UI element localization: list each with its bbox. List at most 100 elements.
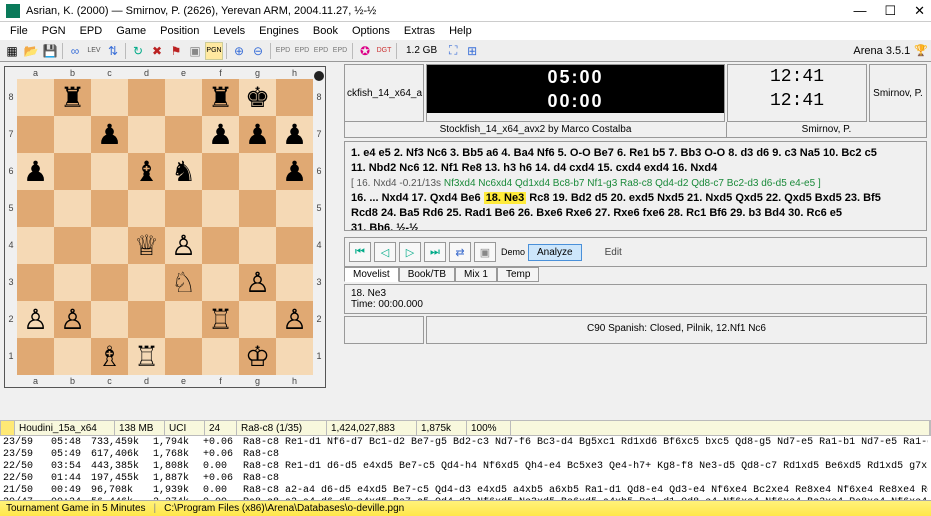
analysis-row[interactable]: 23/5905:49617,406k1,768k+0.06Ra8-c8 [3, 449, 928, 461]
square-d7[interactable] [128, 116, 165, 153]
toolbar-lev-icon[interactable]: LEV [85, 42, 103, 60]
square-d5[interactable] [128, 190, 165, 227]
menu-extras[interactable]: Extras [398, 24, 441, 38]
toolbar-new-icon[interactable]: ▦ [3, 42, 21, 60]
square-h5[interactable] [276, 190, 313, 227]
square-e8[interactable] [165, 79, 202, 116]
tab-movelist[interactable]: Movelist [344, 267, 399, 282]
square-e5[interactable] [165, 190, 202, 227]
square-b7[interactable] [54, 116, 91, 153]
toolbar-save-icon[interactable]: 💾 [41, 42, 59, 60]
square-h3[interactable] [276, 264, 313, 301]
square-c4[interactable] [91, 227, 128, 264]
menu-file[interactable]: File [4, 24, 34, 38]
square-d8[interactable] [128, 79, 165, 116]
square-b2[interactable]: ♙ [54, 301, 91, 338]
toolbar-expand-icon[interactable]: ⛶ [444, 42, 462, 60]
toolbar-zoom-in-icon[interactable]: ⊕ [230, 42, 248, 60]
square-g8[interactable]: ♚ [239, 79, 276, 116]
square-f6[interactable] [202, 153, 239, 190]
square-g4[interactable] [239, 227, 276, 264]
square-g5[interactable] [239, 190, 276, 227]
square-f4[interactable] [202, 227, 239, 264]
toolbar-brain-icon[interactable]: ✪ [356, 42, 374, 60]
square-a7[interactable] [17, 116, 54, 153]
square-d6[interactable]: ♝ [128, 153, 165, 190]
square-d3[interactable] [128, 264, 165, 301]
square-a6[interactable]: ♟ [17, 153, 54, 190]
square-f3[interactable] [202, 264, 239, 301]
toolbar-epd3-icon[interactable]: EPD [312, 42, 330, 60]
toolbar-demo-icon[interactable]: ▣ [186, 42, 204, 60]
minimize-button[interactable]: — [853, 3, 866, 19]
toolbar-flag-icon[interactable]: ⚑ [167, 42, 185, 60]
square-g2[interactable] [239, 301, 276, 338]
square-g6[interactable] [239, 153, 276, 190]
analysis-row[interactable]: 22/5003:54443,385k1,808k0.00Ra8-c8 Re1-d… [3, 461, 928, 473]
square-g1[interactable]: ♔ [239, 338, 276, 375]
square-c7[interactable]: ♟ [91, 116, 128, 153]
square-a1[interactable] [17, 338, 54, 375]
menu-levels[interactable]: Levels [207, 24, 251, 38]
toolbar-zoom-out-icon[interactable]: ⊖ [249, 42, 267, 60]
square-e3[interactable]: ♘ [165, 264, 202, 301]
demo-button[interactable]: ▣ [474, 242, 496, 262]
toolbar-stop-icon[interactable]: ✖ [148, 42, 166, 60]
toolbar-infinity-icon[interactable]: ∞ [66, 42, 84, 60]
square-e7[interactable] [165, 116, 202, 153]
square-e4[interactable]: ♙ [165, 227, 202, 264]
close-button[interactable]: ✕ [914, 3, 925, 19]
step-fwd-button[interactable]: ▷ [399, 242, 421, 262]
square-d4[interactable]: ♕ [128, 227, 165, 264]
square-c3[interactable] [91, 264, 128, 301]
square-h4[interactable] [276, 227, 313, 264]
square-e1[interactable] [165, 338, 202, 375]
toolbar-grid-icon[interactable]: ⊞ [463, 42, 481, 60]
maximize-button[interactable]: ☐ [884, 3, 896, 19]
toolbar-open-icon[interactable]: 📂 [22, 42, 40, 60]
toolbar-epd4-icon[interactable]: EPD [331, 42, 349, 60]
analysis-row[interactable]: 22/5001:44197,455k1,887k+0.06Ra8-c8 [3, 473, 928, 485]
square-f8[interactable]: ♜ [202, 79, 239, 116]
square-g7[interactable]: ♟ [239, 116, 276, 153]
menu-help[interactable]: Help [443, 24, 478, 38]
toolbar-epd1-icon[interactable]: EPD [274, 42, 292, 60]
square-f5[interactable] [202, 190, 239, 227]
square-f2[interactable]: ♖ [202, 301, 239, 338]
square-a3[interactable] [17, 264, 54, 301]
analyze-button[interactable]: Analyze [528, 244, 582, 261]
square-c2[interactable] [91, 301, 128, 338]
square-b4[interactable] [54, 227, 91, 264]
menu-options[interactable]: Options [346, 24, 396, 38]
toolbar-epd2-icon[interactable]: EPD [293, 42, 311, 60]
square-c5[interactable] [91, 190, 128, 227]
square-h1[interactable] [276, 338, 313, 375]
square-d2[interactable] [128, 301, 165, 338]
square-a8[interactable] [17, 79, 54, 116]
analysis-lines[interactable]: 23/5905:48733,459k1,794k+0.06Ra8-c8 Re1-… [0, 436, 931, 500]
square-a5[interactable] [17, 190, 54, 227]
square-d1[interactable]: ♖ [128, 338, 165, 375]
tab-temp[interactable]: Temp [497, 267, 539, 282]
edit-label[interactable]: Edit [605, 247, 622, 258]
tab-book-tb[interactable]: Book/TB [399, 267, 455, 282]
move-list[interactable]: 1. e4 e5 2. Nf3 Nc6 3. Bb5 a6 4. Ba4 Nf6… [344, 141, 927, 231]
square-b1[interactable] [54, 338, 91, 375]
analysis-row[interactable]: 21/5000:4996,708k1,939k0.00Ra8-c8 a2-a4 … [3, 485, 928, 497]
square-b3[interactable] [54, 264, 91, 301]
menu-engines[interactable]: Engines [253, 24, 305, 38]
square-f1[interactable] [202, 338, 239, 375]
square-c1[interactable]: ♗ [91, 338, 128, 375]
square-e2[interactable] [165, 301, 202, 338]
analysis-row[interactable]: 23/5905:48733,459k1,794k+0.06Ra8-c8 Re1-… [3, 437, 928, 449]
menu-position[interactable]: Position [154, 24, 205, 38]
square-a4[interactable] [17, 227, 54, 264]
square-g3[interactable]: ♙ [239, 264, 276, 301]
swap-button[interactable]: ⇄ [449, 242, 471, 262]
menu-epd[interactable]: EPD [74, 24, 109, 38]
square-h2[interactable]: ♙ [276, 301, 313, 338]
toolbar-replay-icon[interactable]: ↻ [129, 42, 147, 60]
toolbar-adj-icon[interactable]: ⇅ [104, 42, 122, 60]
goto-start-button[interactable]: ⏮ [349, 242, 371, 262]
square-h7[interactable]: ♟ [276, 116, 313, 153]
